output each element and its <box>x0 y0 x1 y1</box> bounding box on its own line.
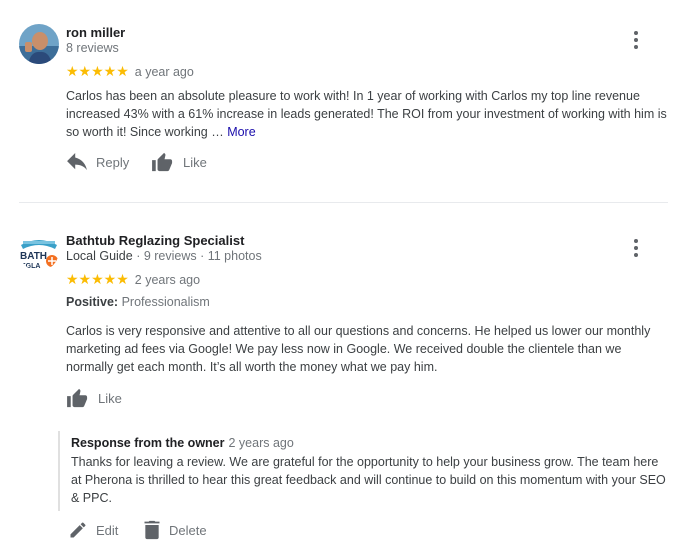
response-header: Response from the owner 2 years ago <box>71 436 294 450</box>
reviewer-name[interactable]: Bathtub Reglazing Specialist <box>66 233 244 248</box>
response-title: Response from the owner <box>71 436 225 450</box>
positive-attributes: Positive: Professionalism <box>66 295 210 309</box>
star-rating: ★★★★★ <box>66 271 129 287</box>
rating-row: ★★★★★ 2 years ago <box>66 271 200 288</box>
edit-label: Edit <box>96 522 119 538</box>
reviewer-meta: Local Guide · 9 reviews · 11 photos <box>66 249 262 263</box>
response-text: Thanks for leaving a review. We are grat… <box>71 455 666 505</box>
reviewer-counts: · 9 reviews · 11 photos <box>132 249 262 263</box>
edit-button[interactable]: Edit <box>68 520 118 540</box>
delete-button[interactable]: Delete <box>143 520 207 540</box>
response-date: 2 years ago <box>228 436 294 450</box>
thumbs-up-icon <box>67 388 88 408</box>
review-date: 2 years ago <box>134 273 201 287</box>
like-button[interactable]: Like <box>66 388 122 408</box>
positive-value: Professionalism <box>118 295 210 309</box>
avatar[interactable]: BATH EGLA <box>19 231 59 271</box>
more-vert-icon[interactable] <box>626 236 646 260</box>
owner-response: Response from the owner 2 years ago Thank… <box>58 431 672 511</box>
delete-label: Delete <box>169 522 207 538</box>
svg-text:BATH: BATH <box>20 251 47 262</box>
review-text: Carlos is very responsive and attentive … <box>66 324 651 374</box>
svg-text:EGLA: EGLA <box>21 263 40 270</box>
positive-label: Positive: <box>66 295 119 309</box>
pencil-icon <box>70 522 86 538</box>
like-label: Like <box>98 390 122 406</box>
local-guide-label: Local Guide <box>66 249 133 263</box>
review-card: BATH EGLA Bathtub Reglazing Specialist L… <box>0 0 680 550</box>
trash-icon <box>144 520 160 540</box>
